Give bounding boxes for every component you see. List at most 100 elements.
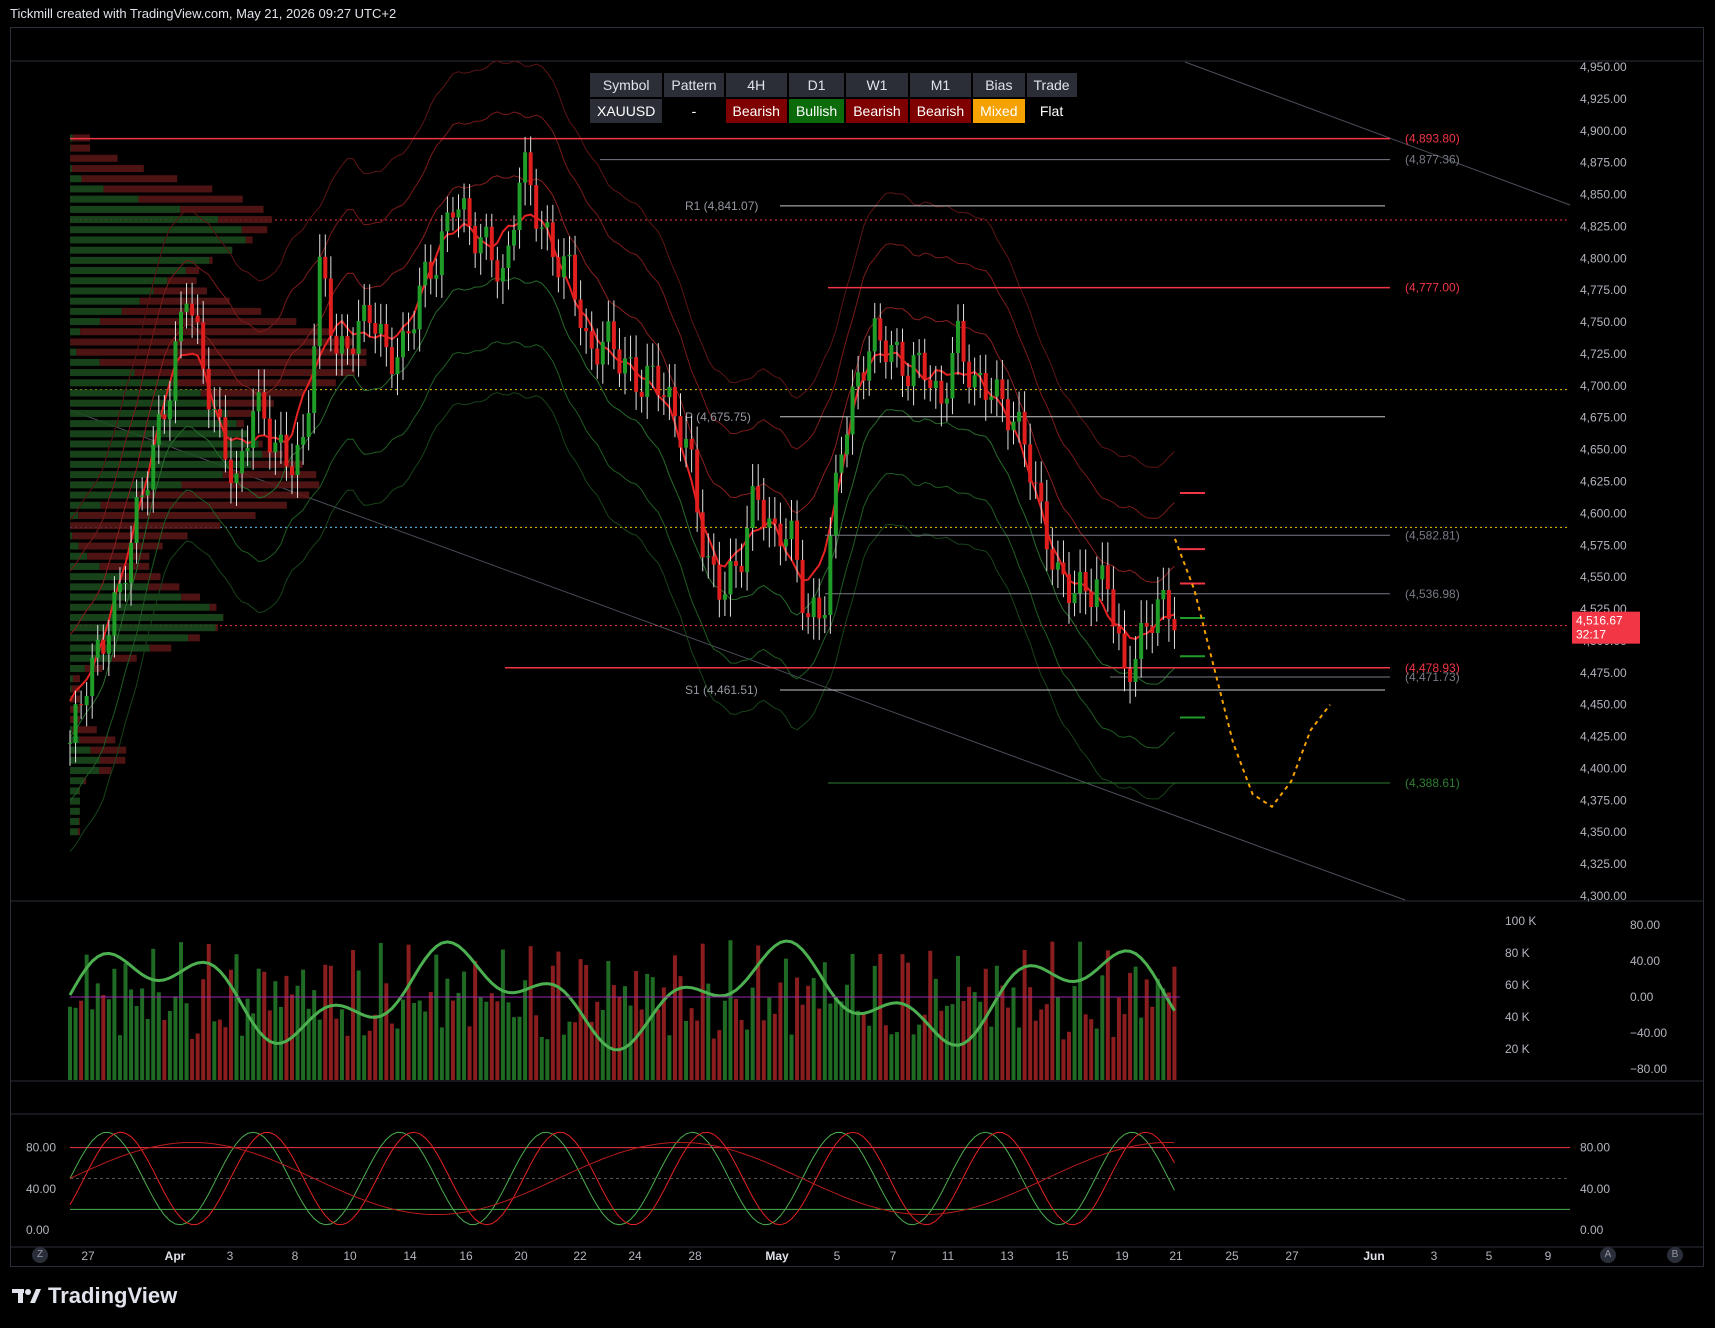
candle-body [467, 198, 472, 227]
candle-body [811, 597, 816, 618]
volume-bar [800, 1004, 805, 1080]
volume-bar [634, 971, 639, 1080]
candle-body [439, 231, 444, 276]
auto-scale-button[interactable]: A [1600, 1247, 1616, 1263]
candle-body [1094, 579, 1099, 608]
candle-body [134, 497, 139, 543]
volume-bar [783, 958, 788, 1080]
volume-bar [256, 968, 261, 1080]
candle-body [617, 349, 622, 374]
time-axis-tick: Jun [1363, 1249, 1384, 1263]
time-axis-tick: 11 [942, 1249, 955, 1263]
volume-profile-bar [70, 399, 218, 407]
volume-profile-bar [137, 491, 310, 499]
signal-table: Symbol Pattern 4H D1 W1 M1 Bias Trade XAUUSD - Be… [588, 71, 1079, 125]
candle-body [162, 414, 167, 420]
candle-body [328, 278, 333, 336]
price-axis-tick: 4,375.00 [1580, 793, 1627, 807]
volume-bar [1011, 987, 1016, 1080]
volume-bar [1089, 1019, 1094, 1080]
volume-bar [872, 965, 877, 1080]
candle-body [917, 352, 922, 356]
candle-body [1144, 623, 1149, 627]
candle-body [1017, 411, 1022, 422]
candle-body [206, 368, 211, 410]
candle-body [156, 414, 161, 445]
volume-bar [167, 1011, 172, 1080]
time-axis-tick: 21 [1169, 1249, 1183, 1263]
candle-body [689, 438, 694, 450]
candle-body [967, 361, 972, 388]
volume-bar [345, 1035, 350, 1080]
candle-body [1033, 482, 1038, 484]
candle-body [79, 704, 84, 706]
candle-body [795, 520, 800, 560]
volume-bar [73, 1007, 78, 1080]
volume-bar [728, 940, 733, 1080]
volume-profile-bar [181, 593, 201, 601]
volume-profile-bar [153, 287, 208, 295]
volume-bar [617, 996, 622, 1080]
candle-body [600, 341, 605, 365]
candle-body [234, 473, 239, 484]
candle-body [889, 344, 894, 363]
time-axis-tick: 5 [1486, 1249, 1493, 1263]
volume-bar [811, 978, 816, 1080]
candle-body [695, 449, 700, 513]
price-axis-tick: 4,625.00 [1580, 475, 1627, 489]
candle-body [284, 434, 289, 467]
candle-body [739, 565, 744, 573]
volume-profile-bar [70, 144, 90, 152]
volume-profile-bar [70, 624, 216, 632]
volume-profile-bar [262, 450, 283, 458]
volume-bar [101, 995, 106, 1080]
volume-bar [434, 954, 439, 1080]
volume-profile-bar [241, 226, 268, 234]
volume-bar [112, 968, 117, 1080]
volume-bar [406, 944, 411, 1080]
candle-body [251, 411, 256, 449]
candle-body [933, 380, 938, 388]
candle-body [645, 365, 650, 397]
candle-body [950, 353, 955, 399]
candle-body [828, 535, 833, 616]
z-corner-button[interactable]: Z [32, 1247, 48, 1263]
candle-body [767, 518, 772, 528]
volume-bar [1150, 1006, 1155, 1080]
candle-body [495, 260, 500, 282]
volume-profile-bar [70, 175, 82, 183]
volume-bar [312, 990, 317, 1080]
candle-body [589, 331, 594, 349]
candle-body [667, 386, 672, 398]
candle-body [356, 321, 361, 355]
price-chart[interactable]: (4,893.80) (4,877.36) R1 (4,841.07) (4,777.… [0, 0, 1715, 1328]
candle-body [567, 254, 572, 257]
candle-body [517, 182, 522, 230]
candle-body [756, 486, 761, 500]
candle-body [351, 348, 356, 355]
table-header-cell: M1 [909, 73, 972, 97]
volume-bar [745, 1029, 750, 1080]
candle-body [245, 448, 250, 452]
volume-axis-tick: 40 K [1505, 1010, 1530, 1024]
candle-body [339, 336, 344, 354]
stoch-axis-tick-left: 0.00 [26, 1223, 50, 1237]
candle-body [240, 451, 245, 474]
volume-bar [201, 979, 206, 1080]
volume-bar [750, 987, 755, 1080]
candle-body [534, 185, 539, 229]
candle-body [1116, 626, 1121, 634]
candle-body [845, 434, 849, 455]
volume-profile-bar [139, 297, 230, 305]
volume-profile-bar [99, 756, 126, 764]
volume-bar [506, 1002, 511, 1080]
volume-bar [234, 954, 239, 1080]
candle-body [1011, 421, 1016, 431]
b-corner-button[interactable]: B [1667, 1247, 1683, 1263]
candle-body [528, 152, 533, 186]
price-axis-tick: 4,725.00 [1580, 347, 1627, 361]
candle-body [484, 226, 489, 238]
volume-bar [894, 1032, 899, 1080]
candle-body [428, 261, 433, 279]
volume-bar [484, 1001, 489, 1080]
